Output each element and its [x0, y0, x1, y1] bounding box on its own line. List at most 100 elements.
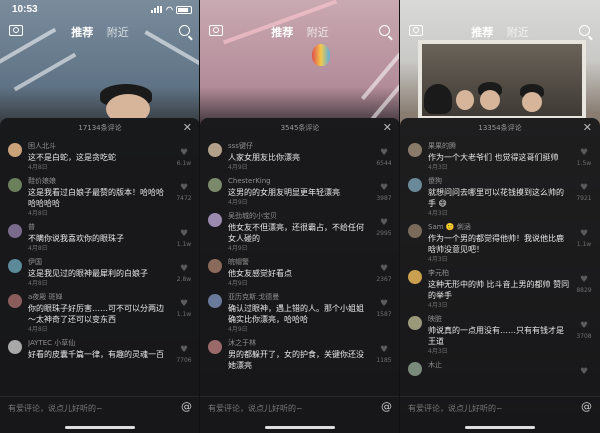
- comment-item[interactable]: 果果的腾 作为一个大老爷们 也觉得这哥们挺帅 4月3日 ♥ 1.5w: [400, 138, 600, 173]
- comment-input-bar[interactable]: 有爱评论，说点儿好听的~ @: [200, 396, 399, 418]
- comment-input[interactable]: 有爱评论，说点儿好听的~: [408, 403, 503, 414]
- heart-icon[interactable]: ♥: [174, 264, 194, 275]
- avatar[interactable]: [408, 316, 422, 330]
- avatar[interactable]: [8, 224, 22, 238]
- avatar[interactable]: [8, 259, 22, 273]
- comment-username[interactable]: Sam 🙂 俐涵: [428, 222, 570, 233]
- comment-item[interactable]: a夜殿 斑婵 你的眼珠子好厉害……可不可以分两边～太神奇了还可以变东西 4月8日 ♥ 1…: [0, 289, 199, 335]
- avatar[interactable]: [208, 213, 222, 227]
- comment-item[interactable]: 普不瞒你说我喜欢你的眼珠子 4月8日 ♥ 1.1w: [0, 219, 199, 254]
- search-icon[interactable]: [579, 25, 590, 36]
- mention-icon[interactable]: @: [181, 400, 192, 413]
- like-button[interactable]: ♥ 8829: [574, 275, 594, 295]
- tab-recommend[interactable]: 推荐: [71, 26, 93, 39]
- heart-icon[interactable]: ♥: [174, 299, 194, 310]
- close-icon[interactable]: ✕: [583, 121, 592, 134]
- comment-item[interactable]: JAYTEC 小草仙 好看的皮囊千篇一律，有趣的灵魂一百 ♥ 7706: [0, 335, 199, 364]
- like-button[interactable]: ♥ 2995: [374, 218, 394, 238]
- comment-input-bar[interactable]: 有爱评论，说点儿好听的~ @: [400, 396, 600, 418]
- comment-input[interactable]: 有爱评论，说点儿好听的~: [208, 403, 303, 414]
- like-button[interactable]: ♥ 1.5w: [574, 148, 594, 168]
- comment-item[interactable]: 困人北斗 这不是白蛇，这是贪吃蛇 4月8日 ♥ 6.1w: [0, 138, 199, 173]
- like-button[interactable]: ♥ 1587: [374, 299, 394, 319]
- like-button[interactable]: ♥ 7706: [174, 345, 194, 365]
- comment-item[interactable]: 沐之于林 男的都躲开了，女的护食，关键你还没她漂亮 ♥ 1185: [200, 335, 399, 371]
- heart-icon[interactable]: ♥: [574, 229, 594, 240]
- avatar[interactable]: [208, 143, 222, 157]
- comment-username[interactable]: 吴劲城的小宝贝: [228, 211, 370, 222]
- avatar[interactable]: [208, 178, 222, 192]
- comment-username[interactable]: 李元柏: [428, 268, 570, 279]
- heart-icon[interactable]: ♥: [374, 345, 394, 356]
- mention-icon[interactable]: @: [581, 400, 592, 413]
- heart-icon[interactable]: ♥: [574, 321, 594, 332]
- tab-nearby[interactable]: 附近: [107, 26, 129, 39]
- comment-item[interactable]: 木止 ♥: [400, 357, 600, 377]
- like-button[interactable]: ♥ 1.1w: [574, 229, 594, 249]
- tab-recommend[interactable]: 推荐: [471, 26, 493, 39]
- like-button[interactable]: ♥ 1.1w: [174, 299, 194, 319]
- comment-item[interactable]: 吴劲城的小宝贝 他女友不但漂亮，还很霸占，不给任何女人碰的 4月9日 ♥ 2995: [200, 208, 399, 254]
- like-button[interactable]: ♥ 3987: [374, 183, 394, 203]
- avatar[interactable]: [8, 143, 22, 157]
- comment-item[interactable]: sss键仔 人家女朋友比你漂亮 4月9日 ♥ 6544: [200, 138, 399, 173]
- comment-username[interactable]: 伊国: [28, 257, 170, 268]
- avatar[interactable]: [208, 259, 222, 273]
- avatar[interactable]: [408, 224, 422, 238]
- like-button[interactable]: ♥ 6.1w: [174, 148, 194, 168]
- heart-icon[interactable]: ♥: [374, 148, 394, 159]
- heart-icon[interactable]: ♥: [174, 345, 194, 356]
- comment-username[interactable]: a夜殿 斑婵: [28, 292, 170, 303]
- comment-username[interactable]: ChesterKing: [228, 176, 370, 187]
- comment-username[interactable]: JAYTEC 小草仙: [28, 338, 170, 349]
- like-button[interactable]: ♥ 6544: [374, 148, 394, 168]
- comment-username[interactable]: 果果的腾: [428, 141, 570, 152]
- search-icon[interactable]: [179, 25, 190, 36]
- heart-icon[interactable]: ♥: [574, 183, 594, 194]
- like-button[interactable]: ♥ 7472: [174, 183, 194, 203]
- comment-username[interactable]: 困人北斗: [28, 141, 170, 152]
- comment-username[interactable]: 鞋价娘娘: [28, 176, 170, 187]
- search-icon[interactable]: [379, 25, 390, 36]
- tab-nearby[interactable]: 附近: [307, 26, 329, 39]
- comment-username[interactable]: 皖帽警: [228, 257, 370, 268]
- tab-nearby[interactable]: 附近: [507, 26, 529, 39]
- close-icon[interactable]: ✕: [183, 121, 192, 134]
- heart-icon[interactable]: ♥: [374, 264, 394, 275]
- like-button[interactable]: ♥: [574, 367, 594, 378]
- comment-username[interactable]: 傻狗: [428, 176, 570, 187]
- avatar[interactable]: [408, 143, 422, 157]
- comment-username[interactable]: 沐之于林: [228, 338, 370, 349]
- avatar[interactable]: [208, 294, 222, 308]
- avatar[interactable]: [408, 362, 422, 376]
- heart-icon[interactable]: ♥: [574, 275, 594, 286]
- avatar[interactable]: [8, 178, 22, 192]
- mention-icon[interactable]: @: [381, 400, 392, 413]
- like-button[interactable]: ♥ 1185: [374, 345, 394, 365]
- tab-recommend[interactable]: 推荐: [271, 26, 293, 39]
- avatar[interactable]: [408, 178, 422, 192]
- heart-icon[interactable]: ♥: [374, 183, 394, 194]
- like-button[interactable]: ♥ 1.1w: [174, 229, 194, 249]
- comment-input[interactable]: 有爱评论，说点儿好听的~: [8, 403, 103, 414]
- heart-icon[interactable]: ♥: [374, 218, 394, 229]
- comment-item[interactable]: 亚历克斯.戈德曼 确认过眼神，遇上错的人。那个小姐姐确实比你漂亮，哈哈哈 4月9日 ♥…: [200, 289, 399, 335]
- comment-username[interactable]: 亚历克斯.戈德曼: [228, 292, 370, 303]
- avatar[interactable]: [208, 340, 222, 354]
- heart-icon[interactable]: ♥: [174, 229, 194, 240]
- comment-username[interactable]: 木止: [428, 360, 570, 371]
- avatar[interactable]: [8, 340, 22, 354]
- heart-icon[interactable]: ♥: [174, 183, 194, 194]
- comment-input-bar[interactable]: 有爱评论，说点儿好听的~ @: [0, 396, 199, 418]
- heart-icon[interactable]: ♥: [374, 299, 394, 310]
- like-button[interactable]: ♥ 2367: [374, 264, 394, 284]
- like-button[interactable]: ♥ 3708: [574, 321, 594, 341]
- comment-item[interactable]: 鞋价娘娘 这是我看过白娘子最赞的版本！哈哈哈哈哈哈哈 4月8日 ♥ 7472: [0, 173, 199, 219]
- heart-icon[interactable]: ♥: [174, 148, 194, 159]
- heart-icon[interactable]: ♥: [574, 148, 594, 159]
- close-icon[interactable]: ✕: [383, 121, 392, 134]
- comment-item[interactable]: ChesterKing 这男的的女朋友明显更年轻漂亮 4月9日 ♥ 3987: [200, 173, 399, 208]
- comment-item[interactable]: 皖帽警 他女友感觉好看点 4月9日 ♥ 2367: [200, 254, 399, 289]
- comment-item[interactable]: 傻狗 就想问问去哪里可以花钱摸到这么帅的手 😄 4月3日 ♥ 7921: [400, 173, 600, 219]
- comment-item[interactable]: 李元柏 这种无形中的帅 比斗音上男的都帅 赞同的举手 4月3日 ♥ 8829: [400, 265, 600, 311]
